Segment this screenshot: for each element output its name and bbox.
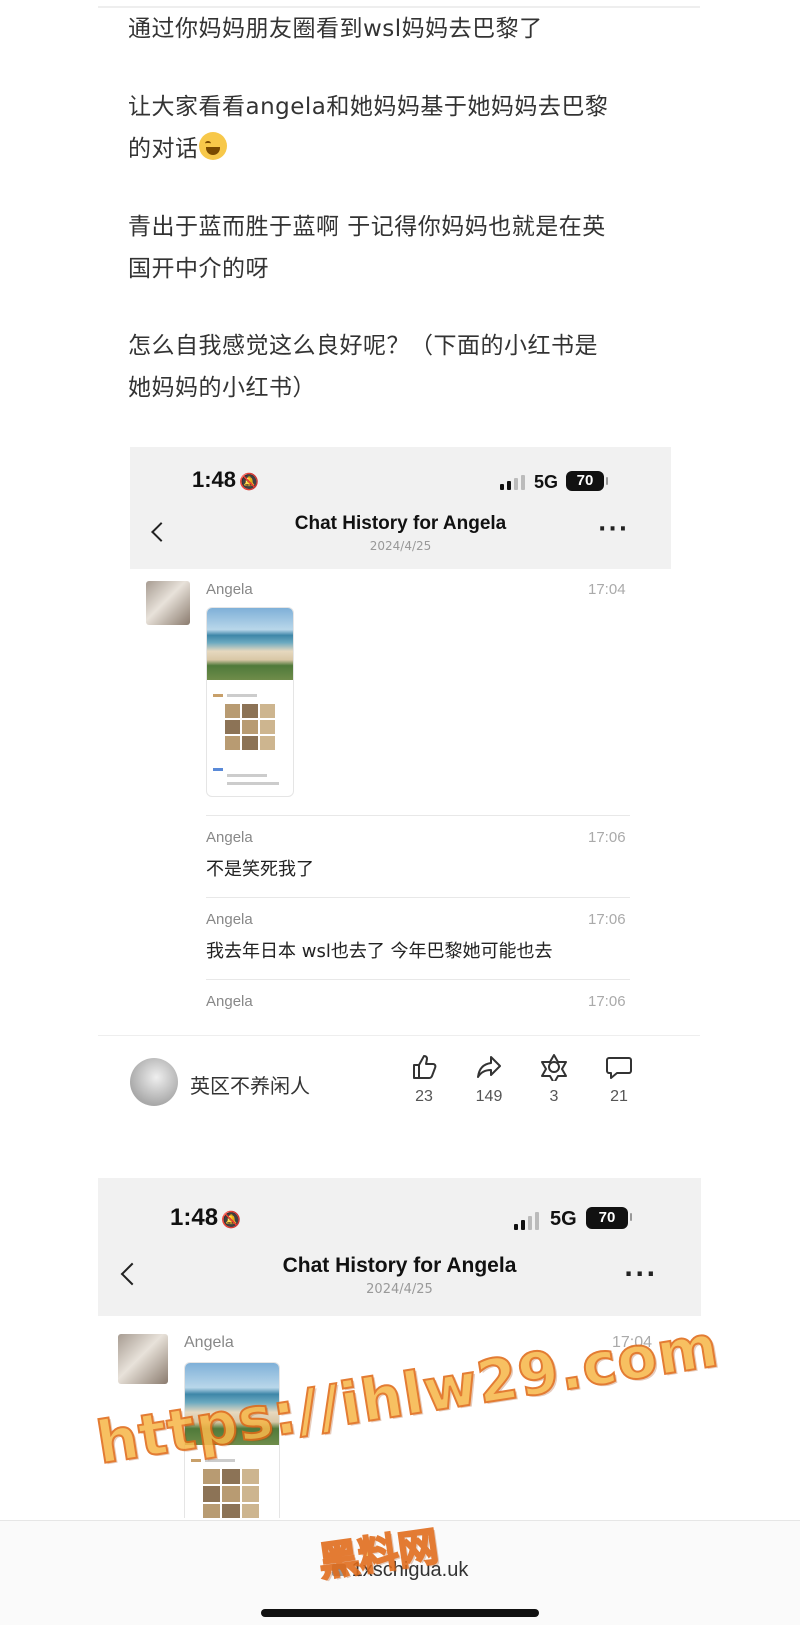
chat-header: 1:48 🔕 5G 70 Chat History for Angela 2024…: [130, 447, 671, 569]
chat-title: Chat History for Angela: [294, 513, 507, 534]
battery-indicator: 70: [566, 471, 608, 491]
divider: [206, 897, 630, 898]
bell-slash-icon: 🔕: [221, 1212, 241, 1229]
post-paragraph-2: 让大家看看angela和她妈妈基于她妈妈去巴黎 的对话: [128, 86, 688, 170]
photo-grid: [225, 704, 275, 750]
share-icon: [464, 1052, 514, 1082]
chat-header: 1:48 🔕 5G 70 Chat History for Angela 2024…: [98, 1178, 701, 1316]
message-sender: Angela: [206, 911, 253, 928]
post-paragraph-3: 青出于蓝而胜于蓝啊 于记得你妈妈也就是在英 国开中介的呀: [128, 206, 688, 290]
post-paragraph-2-line2: 的对话: [128, 136, 199, 162]
like-button[interactable]: 23: [399, 1052, 449, 1106]
tiny-avatar: [213, 694, 223, 697]
tiny-text: [227, 694, 257, 697]
tiny-text-2: [227, 774, 267, 777]
message-time: 17:06: [588, 993, 626, 1010]
laughing-emoji-icon: [198, 132, 227, 160]
more-icon[interactable]: ···: [598, 517, 629, 542]
network-label: 5G: [534, 472, 559, 492]
signal-icon: [500, 475, 525, 490]
message-time: 17:06: [588, 911, 626, 928]
message-sender: Angela: [184, 1334, 234, 1351]
post-paragraph-3-line1: 青出于蓝而胜于蓝啊 于记得你妈妈也就是在英: [128, 214, 606, 240]
comment-count: 21: [610, 1088, 628, 1105]
chat-date: 2024/4/25: [369, 539, 432, 553]
battery-indicator: 70: [586, 1207, 632, 1229]
divider: [206, 815, 630, 816]
post-paragraph-2-line1: 让大家看看angela和她妈妈基于她妈妈去巴黎: [128, 94, 609, 120]
avatar[interactable]: [130, 1058, 178, 1106]
collect-button[interactable]: 3: [529, 1052, 579, 1106]
status-time: 1:48 🔕: [192, 467, 259, 492]
message-time: 17:06: [588, 829, 626, 846]
message-sender: Angela: [206, 581, 253, 598]
username[interactable]: 英区不养闲人: [190, 1070, 310, 1099]
tiny-text-3: [227, 782, 279, 785]
avatar: [146, 581, 190, 625]
divider: [206, 979, 630, 980]
collect-count: 3: [549, 1088, 559, 1105]
post-paragraph-1: 通过你妈妈朋友圈看到wsl妈妈去巴黎了: [128, 16, 543, 42]
like-count: 23: [415, 1088, 433, 1105]
post-action-bar: 英区不养闲人 23 149 3 21: [98, 1035, 700, 1115]
bell-slash-icon: 🔕: [239, 474, 259, 491]
message-sender: Angela: [206, 993, 253, 1010]
like-icon: [399, 1052, 449, 1082]
post-paragraph-4: 怎么自我感觉这么良好呢？（下面的小红书是 她妈妈的小红书）: [128, 325, 688, 409]
post-paragraph-4-line1: 怎么自我感觉这么良好呢？（下面的小红书是: [128, 333, 598, 359]
tiny-avatar-2: [213, 768, 223, 771]
chat-title: Chat History for Angela: [282, 1254, 517, 1277]
photo-grid: [203, 1469, 259, 1518]
message-text: 我去年日本 wsl也去了 今年巴黎她可能也去: [206, 941, 553, 962]
share-button[interactable]: 149: [464, 1052, 514, 1106]
collect-icon: [529, 1052, 579, 1082]
chat-screenshot-1[interactable]: 1:48 🔕 5G 70 Chat History for Angela 2024…: [130, 447, 671, 1035]
beach-photo: [207, 608, 293, 680]
avatar: [118, 1334, 168, 1384]
post-paragraph-3-line2: 国开中介的呀: [128, 256, 269, 282]
chat-date: 2024/4/25: [366, 1282, 433, 1297]
home-indicator: [261, 1609, 539, 1617]
signal-icon: [514, 1212, 539, 1230]
post-paragraph-4-line2: 她妈妈的小红书）: [128, 375, 316, 401]
share-count: 149: [475, 1088, 503, 1105]
status-time: 1:48 🔕: [170, 1204, 241, 1231]
message-sender: Angela: [206, 829, 253, 846]
message-text: 不是笑死我了: [206, 859, 314, 880]
image-attachment[interactable]: [206, 607, 294, 797]
network-label: 5G: [550, 1208, 577, 1230]
message-time: 17:04: [588, 581, 626, 598]
more-icon[interactable]: ···: [624, 1260, 657, 1288]
comment-button[interactable]: 21: [594, 1052, 644, 1106]
comment-icon: [594, 1052, 644, 1082]
